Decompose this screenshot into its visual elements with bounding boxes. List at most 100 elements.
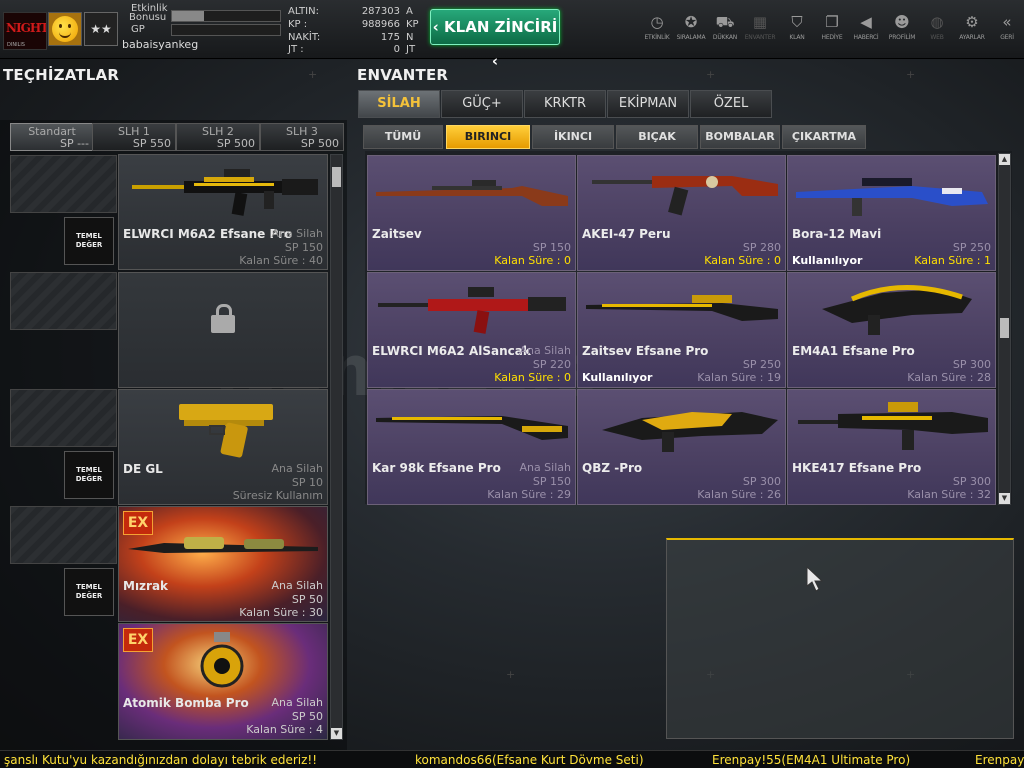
subtab-tumu[interactable]: TÜMÜ [363,125,443,149]
nav-envanter[interactable]: ▦ ENVANTER [743,10,777,50]
equipped-weapon-card[interactable]: ELWRCI M6A2 Efsane Pro Ana Silah SP 150 … [118,154,328,270]
weapon-sp: SP 50 [291,710,323,723]
slot-thumb[interactable] [10,389,117,447]
kp-value: 988966 [361,19,400,30]
slot-tab-slh1[interactable]: SLH 1 SP 550 [92,123,176,151]
nav-web[interactable]: ◍ WEB [920,10,954,50]
nav-klan[interactable]: ⛉ KLAN [780,10,814,50]
locked-slot-card[interactable] [118,272,328,388]
inventory-item-card[interactable]: AKEI-47 Peru SP 280 Kalan Süre : 0 [577,155,786,271]
klan-zinciri-label: KLAN ZİNCİRİ [444,18,558,36]
nav-haberci-label: HABERCİ [853,34,879,41]
slot-tab-slh2[interactable]: SLH 2 SP 500 [176,123,260,151]
klan-zinciri-button[interactable]: ‹ KLAN ZİNCİRİ ‹ [430,9,560,70]
inventory-item-card[interactable]: Zaitsev Efsane Pro SP 250 Kullanılıyor K… [577,272,786,388]
nav-profilim-label: PROFİLİM [888,34,916,41]
scrollbar-thumb[interactable] [1000,318,1009,338]
item-name: Bora-12 Mavi [792,227,882,241]
subtab-bicak[interactable]: BIÇAK [616,125,698,149]
weapon-category: Ana Silah [271,462,323,475]
subtab-ikinci[interactable]: İKINCI [532,125,614,149]
weapon-category: Ana Silah [271,579,323,592]
scroll-down-arrow[interactable]: ▼ [999,493,1010,504]
slot-sp: SP 500 [216,137,255,150]
item-sp: SP 150 [532,241,571,254]
item-remaining: Kalan Süre : 32 [907,488,991,501]
temel-label: TEMEL [76,466,102,474]
nav-hediye[interactable]: ❐ HEDİYE [815,10,849,50]
nav-ayarlar[interactable]: ⚙ AYARLAR [955,10,989,50]
weapon-category: Ana Silah [271,696,323,709]
scrollbar-thumb[interactable] [332,167,341,187]
temel-label: TEMEL [76,583,102,591]
nav-siralama[interactable]: ✪ SIRALAMA [674,10,708,50]
nav-envanter-label: ENVANTER [744,34,776,41]
tab-ozel[interactable]: ÖZEL [690,90,772,118]
tab-ekipman[interactable]: EKİPMAN [607,90,689,118]
slot-thumb[interactable] [10,155,117,213]
nav-etkinlik[interactable]: ◷ ETKİNLİK [640,10,674,50]
temel-deger-button[interactable]: TEMEL DEĞER [64,568,114,616]
equipped-weapon-card[interactable]: DE GL Ana Silah SP 10 Süresiz Kullanım [118,389,328,505]
inventory-item-card[interactable]: EM4A1 Efsane Pro SP 300 Kalan Süre : 28 [787,272,996,388]
nav-profilim[interactable]: ☻ PROFİLİM [885,10,919,50]
tab-guc[interactable]: GÜÇ+ [441,90,523,118]
scroll-up-arrow[interactable]: ▲ [999,154,1010,165]
temel-deger-button[interactable]: TEMEL DEĞER [64,217,114,265]
slot-tab-standart[interactable]: Standart SP --- [10,123,94,151]
item-name: AKEI-47 Peru [582,227,671,241]
tab-silah[interactable]: SİLAH [358,90,440,118]
slot-sp: SP --- [59,137,89,150]
cart-icon: ⛟ [715,13,735,31]
inventory-scrollbar[interactable]: ▲ ▼ [998,153,1011,505]
nav-dukkan-label: DÜKKAN [712,34,738,41]
equipment-scrollbar[interactable]: ▼ [330,154,343,740]
kar98k-icon [376,416,568,440]
nakit-value: 175 [380,32,400,43]
bonus-label: Bonusu [129,12,167,23]
inventory-item-card[interactable]: ELWRCI M6A2 AlSancak Ana Silah SP 220 Ka… [367,272,576,388]
nav-geri[interactable]: « GERİ [990,10,1024,50]
slot-thumb[interactable] [10,272,117,330]
ticker-message: komandos66(Efsane Kurt Dövme Seti) [415,753,644,767]
etkinlik-bonus-fill [172,11,205,21]
profile-icon: ☻ [894,13,910,31]
subtab-bombalar[interactable]: BOMBALAR [700,125,780,149]
slot-thumb[interactable] [10,506,117,564]
temel-deger-button[interactable]: TEMEL DEĞER [64,451,114,499]
jt-value: 0 [393,44,400,55]
deger-label: DEĞER [75,475,103,483]
item-name: Kar 98k Efsane Pro [372,461,501,475]
item-sp: SP 220 [532,358,571,371]
inventory-item-card[interactable]: Zaitsev SP 150 Kalan Süre : 0 [367,155,576,271]
subtab-birinci[interactable]: BIRINCI [446,125,530,149]
inventory-item-card[interactable]: HKE417 Efsane Pro SP 300 Kalan Süre : 32 [787,389,996,505]
altin-label: ALTIN: [288,6,319,17]
tab-krktr[interactable]: KRKTR [524,90,606,118]
nav-haberci[interactable]: ◀ HABERCİ [849,10,883,50]
clan-logo[interactable]: NIGHT DINILIS [3,12,47,50]
subtab-cikartma[interactable]: ÇIKARTMA [782,125,866,149]
inventory-item-card[interactable]: Kar 98k Efsane Pro Ana Silah SP 150 Kala… [367,389,576,505]
slot-sp: SP 550 [132,137,171,150]
item-sp: SP 250 [952,241,991,254]
equipped-weapon-card[interactable]: EX Mızrak Ana Silah SP 50 Kalan Süre : 3… [118,506,328,622]
scroll-down-arrow[interactable]: ▼ [331,728,342,739]
item-name: Zaitsev Efsane Pro [582,344,709,358]
altin-value: 287303 [361,6,400,17]
weapon-remaining: Kalan Süre : 40 [239,254,323,267]
item-name: EM4A1 Efsane Pro [792,344,915,358]
back-icon: « [1002,13,1012,31]
medal-icon: ✪ [684,13,698,31]
slot-tab-slh3[interactable]: SLH 3 SP 500 [260,123,344,151]
equipped-weapon-card[interactable]: EX Atomik Bomba Pro Ana Silah SP 50 Kala… [118,623,328,740]
item-sp: SP 300 [742,475,781,488]
item-sp: SP 150 [532,475,571,488]
techizatlar-title: TEÇHİZATLAR [3,66,120,84]
top-bar: NIGHT DINILIS ★★ Etkinlik Bonusu GP baba… [0,0,1024,70]
weapon-name: ELWRCI M6A2 Efsane Pro [123,227,293,241]
spear-icon [128,537,318,553]
inventory-item-card[interactable]: Bora-12 Mavi SP 250 Kullanılıyor Kalan S… [787,155,996,271]
inventory-item-card[interactable]: QBZ -Pro SP 300 Kalan Süre : 26 [577,389,786,505]
nav-dukkan[interactable]: ⛟ DÜKKAN [708,10,742,50]
